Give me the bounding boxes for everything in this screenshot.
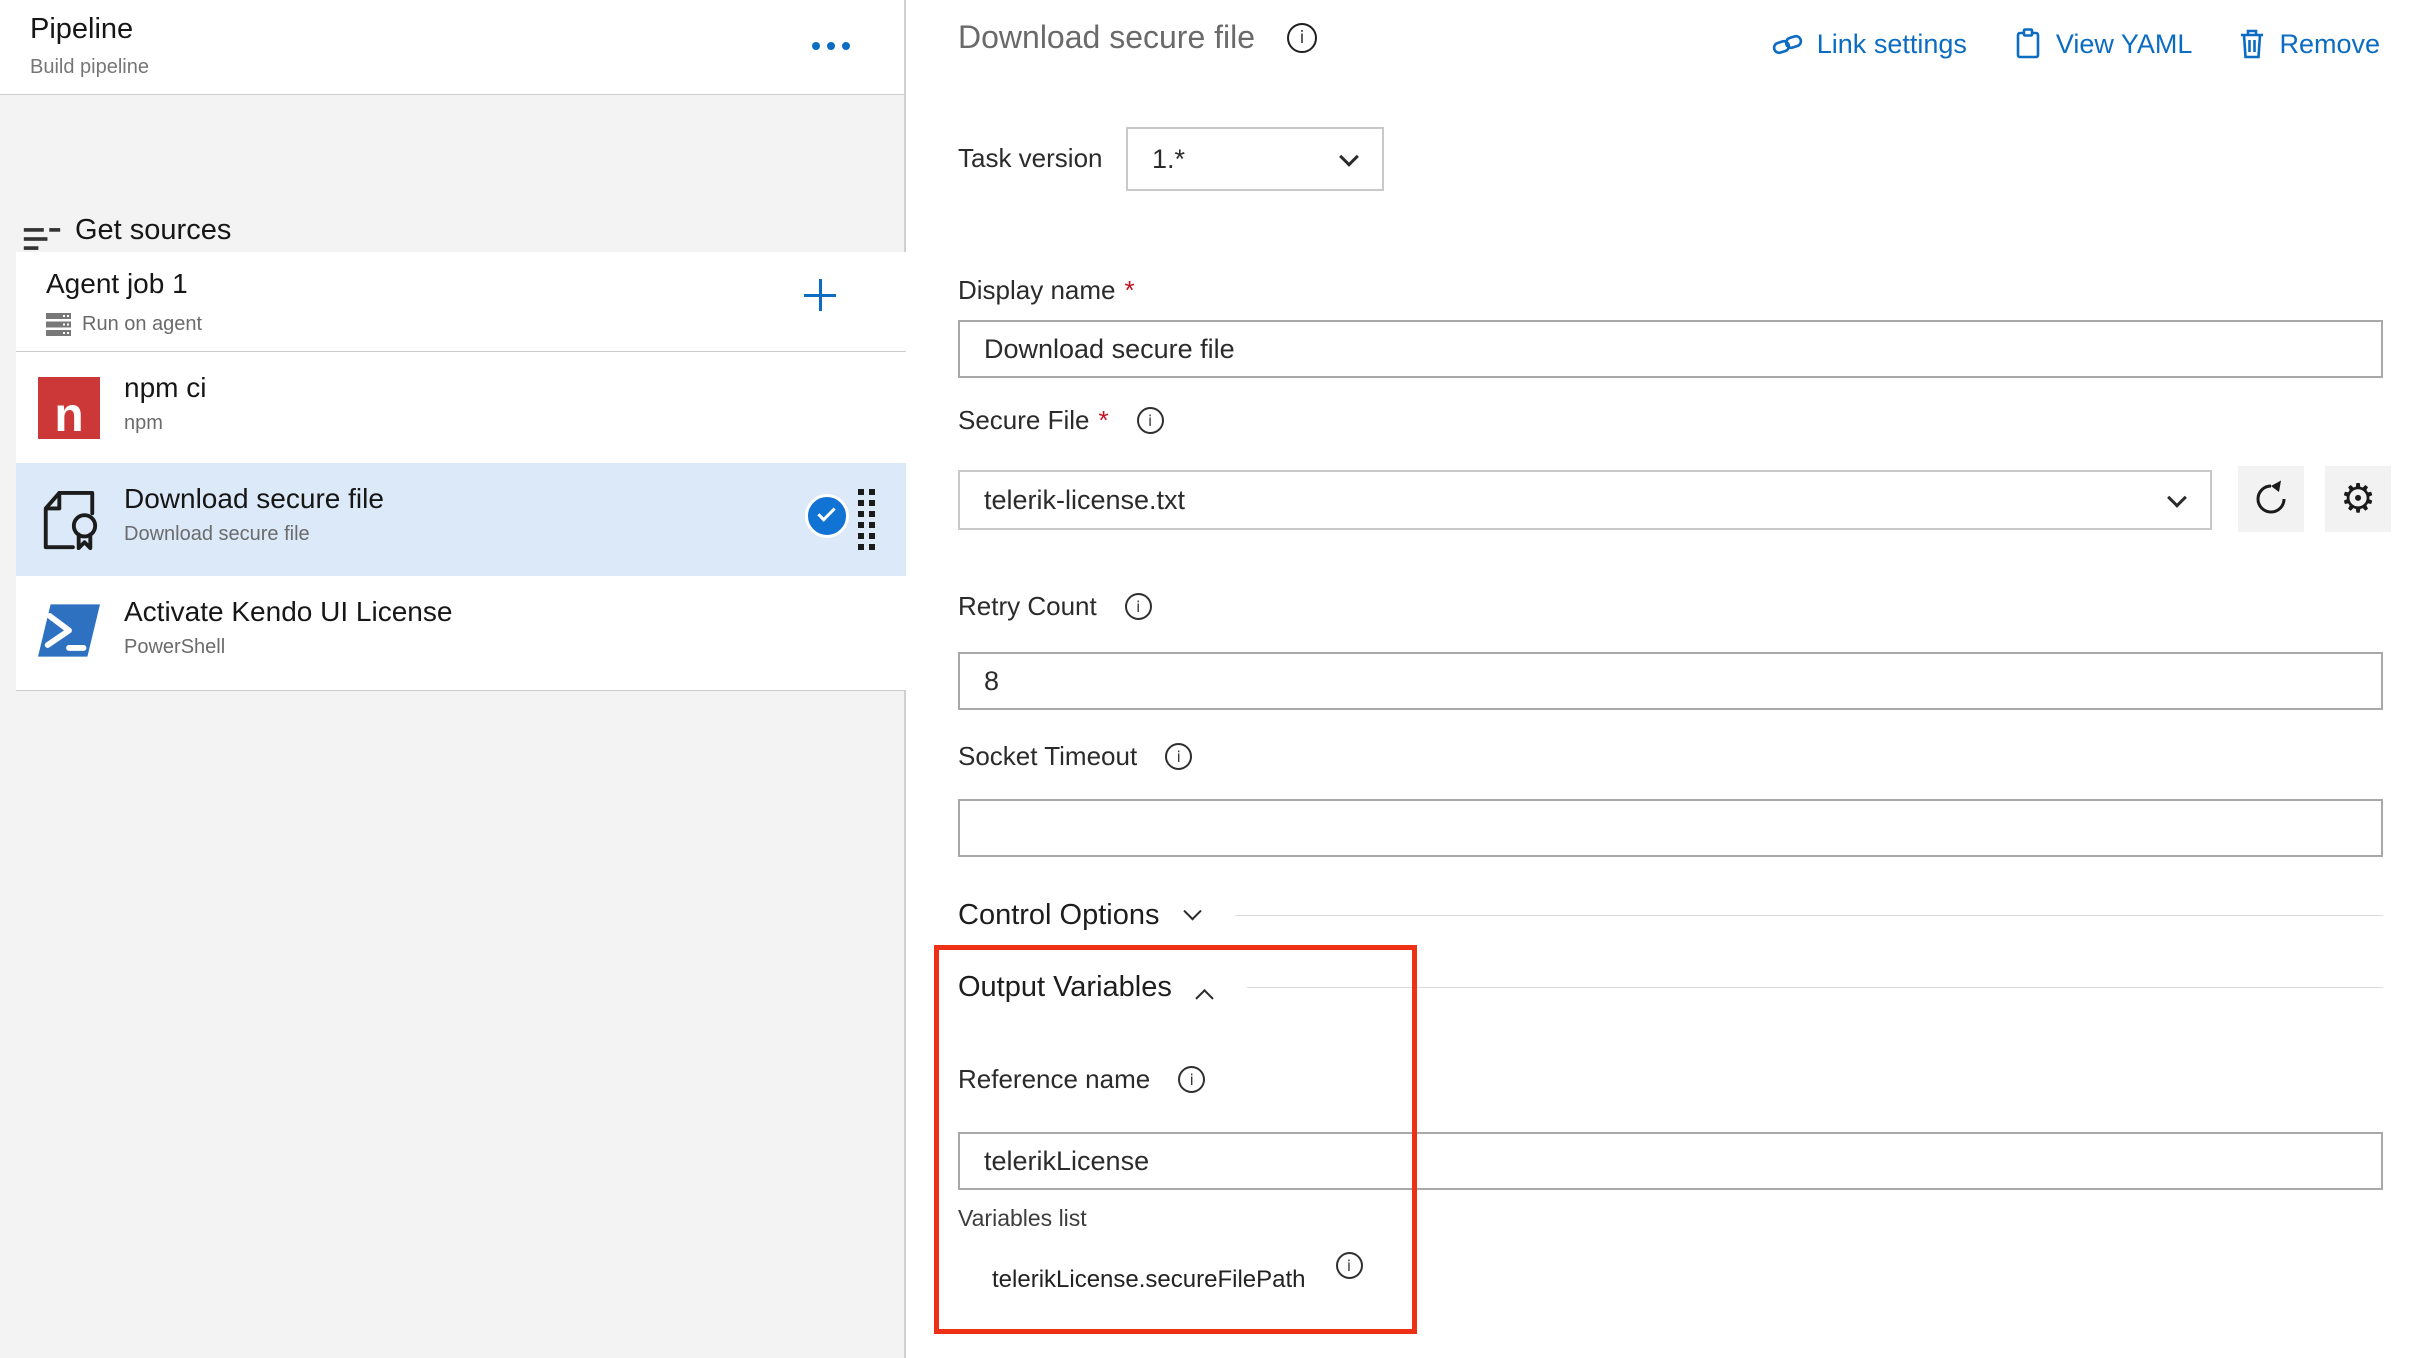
task-enabled-check-icon[interactable] xyxy=(805,494,849,538)
info-icon[interactable]: i xyxy=(1178,1066,1205,1093)
steps-icon xyxy=(22,226,62,252)
socket-timeout-input[interactable] xyxy=(958,799,2383,857)
task-version-label: Task version xyxy=(958,143,1103,174)
secure-file-value: telerik-license.txt xyxy=(984,485,1185,516)
agent-icon xyxy=(46,313,71,336)
secure-file-label: Secure File* i xyxy=(958,405,1164,436)
variables-list-label: Variables list xyxy=(958,1205,1087,1232)
pipeline-title: Pipeline xyxy=(30,13,133,46)
clipboard-icon xyxy=(2013,28,2043,60)
header-actions: Link settings View YAML Remove xyxy=(1772,28,2380,60)
info-icon[interactable]: i xyxy=(1287,23,1317,53)
required-asterisk: * xyxy=(1099,405,1109,436)
link-icon xyxy=(1772,31,1804,57)
reference-name-label: Reference name i xyxy=(958,1064,1205,1095)
display-name-input[interactable] xyxy=(958,320,2383,378)
chevron-down-icon xyxy=(1339,147,1359,167)
section-divider xyxy=(1235,915,2384,916)
agent-job-card: Agent job 1 Run on agent n npm ci xyxy=(16,252,906,691)
get-sources-item[interactable]: Get sources pipelines-test main xyxy=(0,96,904,244)
info-icon[interactable]: i xyxy=(1125,593,1152,620)
task-row-activate-kendo[interactable]: Activate Kendo UI License PowerShell xyxy=(16,576,906,690)
output-variables-section[interactable]: Output Variables xyxy=(958,971,2383,1004)
sidebar-header: Pipeline Build pipeline xyxy=(0,0,904,95)
task-title: Download secure file xyxy=(124,483,384,515)
pipeline-sidebar: Pipeline Build pipeline Get sources pipe… xyxy=(0,0,906,1358)
info-icon[interactable]: i xyxy=(1137,407,1164,434)
task-title: npm ci xyxy=(124,372,206,404)
chevron-down-icon xyxy=(1183,902,1201,920)
variable-item: telerikLicense.secureFilePath i xyxy=(992,1266,1363,1294)
npm-icon: n xyxy=(38,377,100,439)
retry-count-label: Retry Count i xyxy=(958,591,1152,622)
task-row-download-secure-file[interactable]: Download secure file Download secure fil… xyxy=(16,463,906,576)
retry-count-input[interactable] xyxy=(958,652,2383,710)
add-task-button[interactable] xyxy=(800,275,840,315)
section-divider xyxy=(1247,987,2383,988)
agent-job-subtitle: Run on agent xyxy=(82,313,202,336)
remove-label: Remove xyxy=(2279,29,2380,60)
control-options-label: Control Options xyxy=(958,899,1160,932)
link-settings-label: Link settings xyxy=(1817,29,1967,60)
task-version-dropdown[interactable]: 1.* xyxy=(1126,127,1384,191)
view-yaml-button[interactable]: View YAML xyxy=(2013,28,2193,60)
get-sources-title: Get sources xyxy=(75,214,231,247)
info-icon[interactable]: i xyxy=(1165,743,1192,770)
view-yaml-label: View YAML xyxy=(2056,29,2193,60)
agent-job-header[interactable]: Agent job 1 Run on agent xyxy=(16,252,906,352)
variable-name: telerikLicense.secureFilePath xyxy=(992,1266,1306,1294)
task-subtitle: Download secure file xyxy=(124,523,310,546)
panel-title-row: Download secure file i xyxy=(958,19,1317,56)
more-menu-button[interactable] xyxy=(806,36,856,56)
trash-icon xyxy=(2238,28,2266,60)
secure-file-dropdown[interactable]: telerik-license.txt xyxy=(958,470,2212,530)
info-icon[interactable]: i xyxy=(1336,1252,1363,1279)
reference-name-input[interactable] xyxy=(958,1132,2383,1190)
chevron-up-icon xyxy=(1195,989,1213,1007)
task-title: Activate Kendo UI License xyxy=(124,596,452,628)
pipeline-subtitle: Build pipeline xyxy=(30,56,149,79)
link-settings-button[interactable]: Link settings xyxy=(1772,29,1967,60)
chevron-down-icon xyxy=(2167,488,2187,508)
panel-title: Download secure file xyxy=(958,19,1255,56)
task-row-npm-ci[interactable]: n npm ci npm xyxy=(16,352,906,463)
gear-button[interactable]: ⚙ xyxy=(2325,466,2391,532)
task-settings-panel: Download secure file i Link settings Vie… xyxy=(908,0,2410,1358)
display-name-label: Display name* xyxy=(958,275,1135,306)
task-subtitle: npm xyxy=(124,412,163,435)
task-subtitle: PowerShell xyxy=(124,636,225,659)
powershell-icon xyxy=(38,602,100,664)
socket-timeout-label: Socket Timeout i xyxy=(958,741,1192,772)
output-variables-label: Output Variables xyxy=(958,971,1172,1004)
remove-button[interactable]: Remove xyxy=(2238,28,2380,60)
agent-job-title: Agent job 1 xyxy=(46,268,188,300)
required-asterisk: * xyxy=(1125,275,1135,306)
control-options-section[interactable]: Control Options xyxy=(958,899,2383,932)
refresh-button[interactable] xyxy=(2238,466,2304,532)
drag-handle[interactable] xyxy=(858,489,875,550)
task-version-value: 1.* xyxy=(1152,144,1185,175)
secure-file-icon xyxy=(38,489,100,551)
